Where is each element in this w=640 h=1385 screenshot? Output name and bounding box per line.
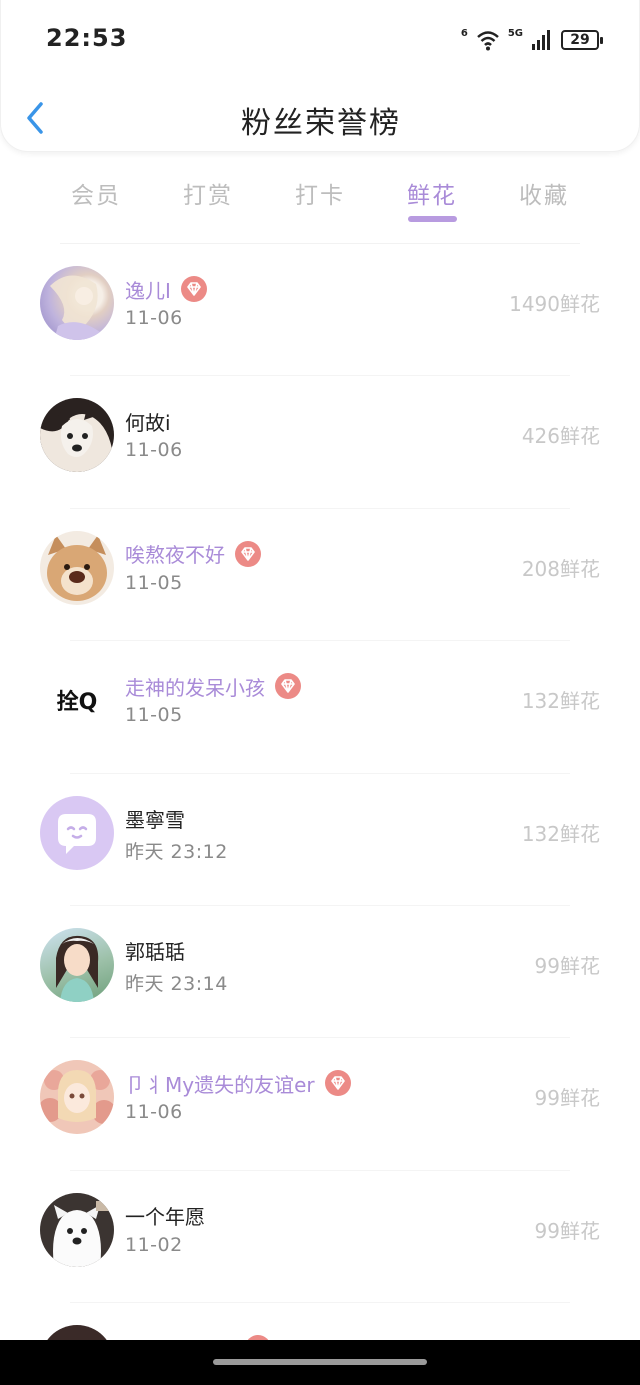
flower-count: 132鲜花: [521, 821, 600, 846]
avatar-illustration: [47, 534, 107, 601]
fan-list: 逸儿I 11-06 1490鲜花 何故i 11-06 426鲜花 唉熬夜不好 1…: [0, 244, 640, 1385]
fan-date: 11-02: [125, 1233, 183, 1256]
network-label-2: 5G: [507, 27, 523, 39]
fan-date: 昨天 23:14: [125, 972, 228, 995]
avatar-illustration: [40, 1070, 114, 1125]
tab-checkin[interactable]: 打卡: [272, 176, 368, 210]
flower-count: 99鲜花: [534, 1086, 600, 1111]
tab-membership[interactable]: 会员: [48, 176, 144, 210]
avatar[interactable]: 拴Q: [40, 663, 114, 738]
avatar[interactable]: [40, 266, 114, 340]
avatar-text: 拴Q: [56, 690, 98, 716]
list-item[interactable]: 唉熬夜不好 11-05 208鲜花: [0, 509, 640, 642]
avatar[interactable]: [40, 530, 114, 605]
flower-count: 132鲜花: [521, 689, 600, 714]
list-item[interactable]: 何故i 11-06 426鲜花: [0, 376, 640, 509]
name-line: 唉熬夜不好: [125, 539, 261, 569]
flower-count: 99鲜花: [534, 1218, 600, 1243]
flower-count: 426鲜花: [521, 424, 600, 449]
fan-name: 郭聒聒: [125, 940, 185, 965]
avatar[interactable]: [40, 927, 114, 1002]
fan-name: 一个年愿: [125, 1205, 205, 1230]
tab-reward[interactable]: 打赏: [160, 176, 256, 210]
status-bar: 22:53 6 5G 29: [1, 0, 640, 80]
cell-signal-icon: [532, 30, 550, 50]
fan-date: 11-06: [125, 1101, 183, 1124]
avatar[interactable]: [40, 1192, 114, 1267]
flower-count: 99鲜花: [534, 953, 600, 978]
tab-flowers[interactable]: 鲜花: [384, 176, 480, 210]
diamond-icon: [235, 540, 261, 567]
fan-date: 11-05: [125, 571, 183, 594]
list-item[interactable]: 郭聒聒 昨天 23:14 99鲜花: [0, 906, 640, 1039]
fan-date: 11-06: [125, 307, 183, 329]
fan-name: 唉熬夜不好: [125, 543, 225, 568]
flower-count: 1490鲜花: [509, 292, 600, 316]
name-line: 郭聒聒: [125, 936, 185, 966]
navigation-bar: [0, 1340, 640, 1385]
avatar-illustration: [50, 275, 100, 340]
fan-name: 墨寧雪: [125, 808, 185, 833]
home-indicator[interactable]: [213, 1359, 427, 1365]
fan-name: 逸儿I: [125, 278, 171, 303]
fan-name: 卩丬My遗失的友谊er: [125, 1072, 315, 1097]
name-line: 何故i: [125, 406, 171, 436]
list-item[interactable]: 墨寧雪 昨天 23:12 132鲜花: [0, 774, 640, 906]
diamond-icon: [275, 673, 301, 700]
fan-name: 何故i: [125, 410, 171, 435]
network-label-1: 6: [460, 27, 468, 39]
diamond-icon: [324, 1070, 351, 1097]
list-item[interactable]: 逸儿I 11-06 1490鲜花: [0, 244, 640, 377]
name-line: 卩丬My遗失的友谊er: [125, 1068, 351, 1098]
fan-date: 11-06: [125, 439, 183, 462]
fan-date: 11-05: [125, 704, 183, 727]
status-icons: 6 5G 29: [460, 26, 603, 54]
tab-bar: 会员 打赏 打卡 鲜花 收藏: [0, 170, 640, 230]
name-line: 逸儿I: [125, 274, 207, 304]
fan-name: 走神的发呆小孩: [125, 675, 265, 700]
avatar[interactable]: [40, 1060, 114, 1135]
tab-favorites[interactable]: 收藏: [496, 176, 592, 210]
avatar[interactable]: [40, 398, 114, 473]
active-tab-indicator: [408, 216, 457, 222]
wifi-icon: [476, 31, 499, 51]
default-avatar-icon: [58, 813, 96, 854]
flower-count: 208鲜花: [521, 556, 600, 581]
status-time: 22:53: [46, 24, 128, 52]
fan-date: 昨天 23:12: [125, 840, 228, 863]
page-title: 粉丝荣誉榜: [241, 106, 401, 141]
name-line: 走神的发呆小孩: [125, 671, 301, 701]
list-item[interactable]: 卩丬My遗失的友谊er 11-06 99鲜花: [0, 1038, 640, 1171]
name-line: 一个年愿: [125, 1201, 205, 1231]
battery-icon: 29: [561, 30, 603, 50]
avatar-illustration: [56, 935, 99, 1002]
avatar-illustration: [53, 1200, 110, 1267]
list-item[interactable]: 拴Q 走神的发呆小孩 11-05 132鲜花: [0, 641, 640, 774]
avatar[interactable]: [40, 795, 114, 870]
diamond-icon: [180, 276, 207, 302]
name-line: 墨寧雪: [125, 804, 185, 834]
avatar-illustration: [40, 404, 114, 473]
header: 22:53 6 5G 29 粉丝荣誉榜: [0, 0, 640, 152]
list-item[interactable]: 一个年愿 11-02 99鲜花: [0, 1171, 640, 1304]
